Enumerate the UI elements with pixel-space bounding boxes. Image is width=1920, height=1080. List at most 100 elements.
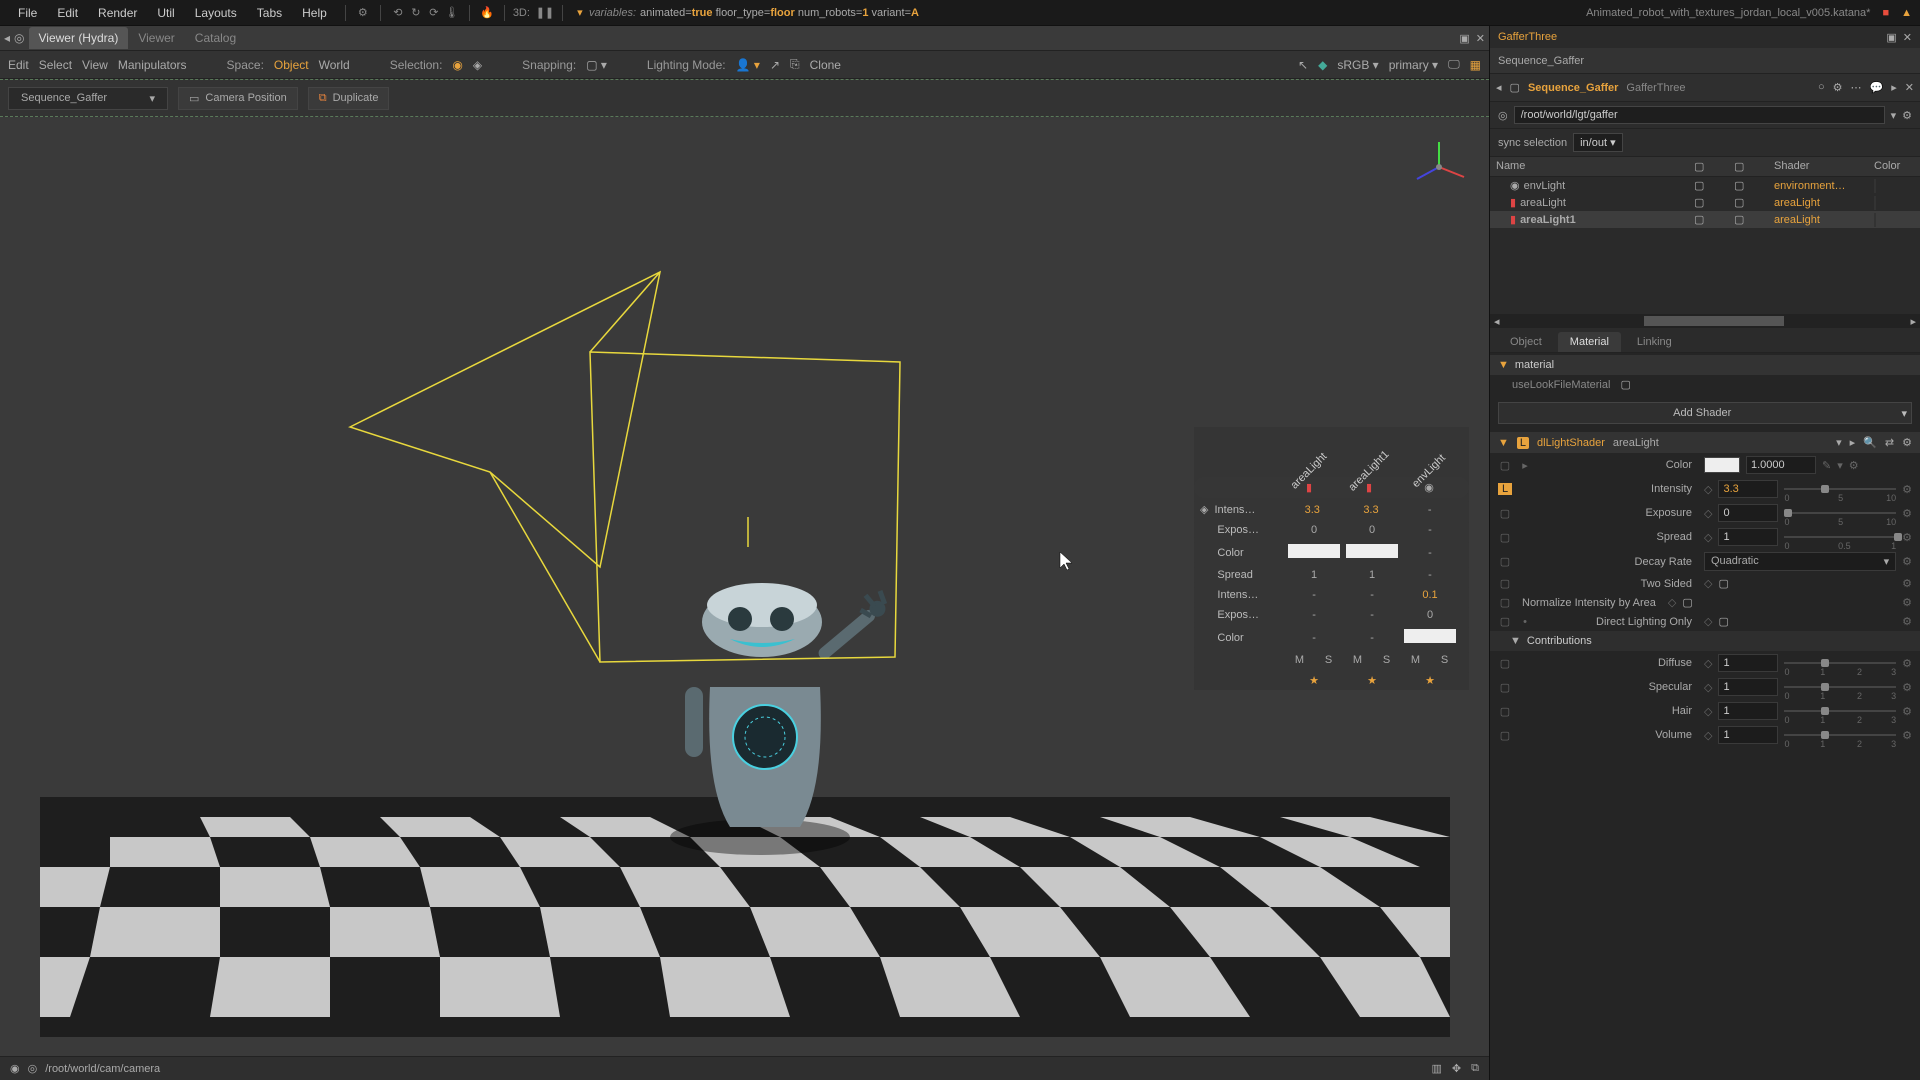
hud-val[interactable]: - bbox=[1343, 589, 1401, 601]
volume-input[interactable] bbox=[1718, 726, 1778, 744]
hud-val[interactable]: 0 bbox=[1343, 524, 1401, 536]
camera-position-button[interactable]: ▭ Camera Position bbox=[178, 87, 298, 110]
tb-manipulators[interactable]: Manipulators bbox=[118, 58, 187, 72]
color-icon[interactable]: ◆ bbox=[1318, 58, 1327, 72]
space-object[interactable]: Object bbox=[274, 58, 309, 72]
param-gear-icon[interactable]: ⚙ bbox=[1902, 615, 1912, 628]
intensity-slider[interactable]: 0 5 10 bbox=[1784, 483, 1896, 495]
lighting-expand-icon[interactable]: ↗ bbox=[770, 58, 780, 72]
color-swatch[interactable] bbox=[1874, 213, 1876, 227]
hud-val[interactable]: - bbox=[1285, 609, 1343, 621]
hud-val[interactable]: 0 bbox=[1401, 609, 1459, 621]
snapping-icon[interactable]: ▢ ▾ bbox=[586, 58, 607, 72]
color-value-input[interactable] bbox=[1746, 456, 1816, 474]
chevron-right-icon[interactable]: ▸ bbox=[1850, 436, 1856, 449]
param-gear-icon[interactable]: ⚙ bbox=[1902, 596, 1912, 609]
tab-object[interactable]: Object bbox=[1498, 332, 1554, 352]
solo-btn[interactable]: S bbox=[1314, 654, 1343, 666]
menu-help[interactable]: Help bbox=[292, 6, 337, 20]
hud-val[interactable]: - bbox=[1343, 609, 1401, 621]
solo-checkbox[interactable]: ▢ bbox=[1734, 196, 1774, 209]
scrollbar-thumb[interactable] bbox=[1644, 316, 1784, 326]
locate-icon[interactable]: ◎ bbox=[1498, 109, 1508, 122]
shader-header[interactable]: ▼ L dlLightShader areaLight ▾ ▸ 🔍 ⇄ ⚙ bbox=[1490, 432, 1920, 453]
anim-icon[interactable]: ◇ bbox=[1704, 729, 1712, 742]
panel-close-icon[interactable]: ✕ bbox=[1903, 31, 1912, 44]
shader-type-dropdown[interactable]: areaLight bbox=[1613, 437, 1659, 449]
menu-util[interactable]: Util bbox=[147, 6, 184, 20]
anim-icon[interactable]: ◇ bbox=[1704, 507, 1712, 520]
tab-catalog[interactable]: Catalog bbox=[185, 27, 246, 49]
anim-icon[interactable]: ◇ bbox=[1668, 596, 1676, 609]
viewport[interactable]: ↖ ✥ ◯ ⤢ ✦ bbox=[0, 117, 1489, 1056]
var-val-1[interactable]: floor bbox=[770, 7, 794, 19]
tab-viewer-hydra[interactable]: Viewer (Hydra) bbox=[29, 27, 129, 49]
light-row-env[interactable]: ◉envLight ▢ ▢ environment… bbox=[1490, 177, 1920, 194]
param-gear-icon[interactable]: ⚙ bbox=[1902, 507, 1912, 520]
mute-checkbox[interactable]: ▢ bbox=[1694, 179, 1734, 192]
axis-gizmo[interactable] bbox=[1409, 137, 1469, 197]
add-shader-button[interactable]: Add Shader ▾ bbox=[1498, 402, 1912, 424]
overlay-icon[interactable]: ▦ bbox=[1470, 58, 1481, 72]
solo-btn[interactable]: S bbox=[1430, 654, 1459, 666]
lock-icon[interactable]: ▸ bbox=[1891, 81, 1897, 94]
search-icon[interactable]: 🔍 bbox=[1863, 436, 1877, 449]
sync-icon[interactable]: ↻ bbox=[407, 4, 425, 22]
param-gear-icon[interactable]: ⚙ bbox=[1902, 555, 1912, 568]
root-path-input[interactable] bbox=[1514, 106, 1885, 124]
contributions-header[interactable]: ▼ Contributions bbox=[1490, 631, 1920, 651]
th-color[interactable]: Color bbox=[1874, 160, 1914, 173]
exposure-slider[interactable]: 0 5 10 bbox=[1784, 507, 1896, 519]
anim-icon[interactable]: ◇ bbox=[1704, 483, 1712, 496]
var-val-0[interactable]: true bbox=[692, 7, 713, 19]
var-val-2[interactable]: 1 bbox=[862, 7, 868, 19]
hud-val[interactable]: - bbox=[1400, 504, 1459, 516]
gear-icon[interactable]: ⚙ bbox=[1902, 436, 1912, 449]
refresh-icon[interactable]: ⟲ bbox=[389, 4, 407, 22]
use-lookfile-checkbox[interactable]: ▢ bbox=[1620, 378, 1630, 391]
hud-val[interactable]: - bbox=[1401, 569, 1459, 581]
duplicate-button[interactable]: ⧉ Duplicate bbox=[308, 87, 390, 110]
mute-checkbox[interactable]: ▢ bbox=[1694, 196, 1734, 209]
close-icon[interactable]: ✕ bbox=[1476, 32, 1485, 45]
mute-btn[interactable]: M bbox=[1285, 654, 1314, 666]
specular-slider[interactable]: 0 1 2 3 bbox=[1784, 681, 1896, 693]
hair-input[interactable] bbox=[1718, 702, 1778, 720]
anim-icon[interactable]: ◇ bbox=[1704, 681, 1712, 694]
gear-icon[interactable]: ⚙ bbox=[354, 4, 372, 22]
material-section-header[interactable]: ▼ material bbox=[1490, 355, 1920, 375]
solo-checkbox[interactable]: ▢ bbox=[1734, 179, 1774, 192]
diffuse-slider[interactable]: 0 1 2 3 bbox=[1784, 657, 1896, 669]
clone-label[interactable]: Clone bbox=[810, 58, 841, 72]
scroll-right-icon[interactable]: ▸ bbox=[1906, 315, 1920, 328]
hud-val[interactable]: 0.1 bbox=[1401, 589, 1459, 601]
chat-icon[interactable]: 💬 bbox=[1870, 81, 1884, 94]
param-checkbox[interactable]: ▢ bbox=[1498, 705, 1512, 718]
warning-icon[interactable]: ▲ bbox=[1901, 7, 1912, 19]
flame-icon[interactable]: 🔥 bbox=[478, 4, 496, 22]
volume-slider[interactable]: 0 1 2 3 bbox=[1784, 729, 1896, 741]
solo-checkbox[interactable]: ▢ bbox=[1734, 213, 1774, 226]
exposure-input[interactable] bbox=[1718, 504, 1778, 522]
star-icon[interactable]: ★ bbox=[1401, 674, 1459, 687]
param-gear-icon[interactable]: ⚙ bbox=[1902, 657, 1912, 670]
path-gear-icon[interactable]: ⚙ bbox=[1902, 109, 1912, 122]
chevron-down-icon[interactable]: ▾ bbox=[1836, 436, 1842, 449]
param-gear-icon[interactable]: ⚙ bbox=[1902, 483, 1912, 496]
menu-tabs[interactable]: Tabs bbox=[247, 6, 292, 20]
hud-val[interactable]: 1 bbox=[1343, 569, 1401, 581]
mute-btn[interactable]: M bbox=[1343, 654, 1372, 666]
th-mute[interactable]: ▢ bbox=[1694, 160, 1734, 173]
param-gear-icon[interactable]: ⚙ bbox=[1849, 459, 1859, 472]
gear-icon[interactable]: ⚙ bbox=[1833, 81, 1843, 94]
chevron-down-icon[interactable]: ▾ bbox=[571, 4, 589, 22]
light-row-area[interactable]: ▮areaLight ▢ ▢ areaLight bbox=[1490, 194, 1920, 211]
anim-icon[interactable]: ◇ bbox=[1704, 615, 1712, 628]
temperature-icon[interactable]: 🌡 bbox=[443, 4, 461, 22]
param-gear-icon[interactable]: ⚙ bbox=[1902, 531, 1912, 544]
twosided-checkbox[interactable]: ▢ bbox=[1718, 577, 1728, 590]
param-gear-icon[interactable]: ⚙ bbox=[1902, 681, 1912, 694]
light-row-area1[interactable]: ▮areaLight1 ▢ ▢ areaLight bbox=[1490, 211, 1920, 228]
star-icon[interactable]: ★ bbox=[1343, 674, 1401, 687]
maximize-icon[interactable]: ▣ bbox=[1459, 32, 1469, 45]
